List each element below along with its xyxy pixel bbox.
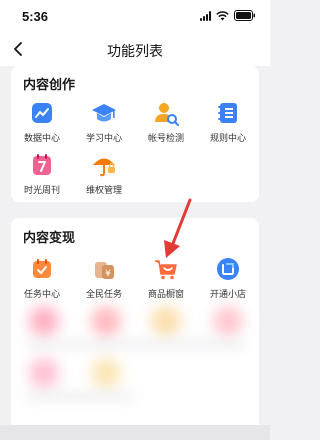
page-title: 功能列表 <box>107 43 163 59</box>
grid-item-public-tasks[interactable]: ¥ 全民任务 <box>73 256 135 300</box>
status-bar: 5:36 <box>0 0 270 32</box>
grid-item-data-center[interactable]: 数据中心 <box>11 100 73 144</box>
status-time: 5:36 <box>22 9 49 24</box>
grid-item-label: 时光周刊 <box>23 185 60 195</box>
money-bag-icon: ¥ <box>91 256 117 282</box>
bottom-blurred-section <box>0 425 270 440</box>
signal-icon <box>200 10 211 21</box>
umbrella-icon <box>91 152 117 178</box>
grid-item-open-shop[interactable]: 开通小店 <box>197 256 259 300</box>
calendar-icon <box>29 152 55 178</box>
grid-item-label: 维权管理 <box>85 185 122 195</box>
grid-item-time-weekly[interactable]: 时光周刊 <box>11 152 73 196</box>
blurred-icon <box>151 306 181 336</box>
grid-item-account-check[interactable]: 帐号检测 <box>135 100 197 144</box>
content-creation-card: 内容创作 数据中心 学习中心 帐号检测 规则中心 时光周刊 维权管理 <box>11 66 259 202</box>
grid-item-label: 数据中心 <box>23 133 60 143</box>
graduation-cap-icon <box>91 100 117 126</box>
rules-book-icon <box>215 100 241 126</box>
grid-item-label: 学习中心 <box>85 133 122 143</box>
grid-item-rules-center[interactable]: 规则中心 <box>197 100 259 144</box>
data-center-icon <box>29 100 55 126</box>
task-calendar-icon <box>29 256 55 282</box>
section-title: 内容创作 <box>23 77 76 92</box>
content-monetization-card: 内容变现 任务中心 ¥ 全民任务 商品橱窗 开通小店 <box>11 218 259 440</box>
grid-item-label: 任务中心 <box>23 289 60 299</box>
grid-item-product-showcase[interactable]: 商品橱窗 <box>135 256 197 300</box>
grid-item-task-center[interactable]: 任务中心 <box>11 256 73 300</box>
blurred-icon <box>29 358 59 388</box>
blurred-icon <box>91 358 121 388</box>
grid-item-label: 全民任务 <box>85 289 122 299</box>
wifi-icon <box>216 10 229 21</box>
grid-item-learning-center[interactable]: 学习中心 <box>73 100 135 144</box>
section-title: 内容变现 <box>23 230 76 245</box>
shop-icon <box>215 256 241 282</box>
blurred-icon <box>213 306 243 336</box>
grid-item-label: 帐号检测 <box>147 133 184 143</box>
grid-item-label: 开通小店 <box>209 289 246 299</box>
blurred-icon <box>91 306 121 336</box>
grid-item-label: 规则中心 <box>209 133 246 143</box>
account-check-icon <box>153 100 179 126</box>
grid-item-rights-management[interactable]: 维权管理 <box>73 152 135 196</box>
status-icons <box>200 10 256 21</box>
blurred-icon <box>29 306 59 336</box>
blurred-labels <box>25 340 245 348</box>
shopping-cart-icon <box>153 256 179 282</box>
nav-bar: 功能列表 <box>0 32 270 66</box>
grid-item-label: 商品橱窗 <box>147 289 184 299</box>
blurred-labels <box>25 392 135 400</box>
battery-icon <box>234 10 256 21</box>
svg-text:¥: ¥ <box>105 269 111 279</box>
